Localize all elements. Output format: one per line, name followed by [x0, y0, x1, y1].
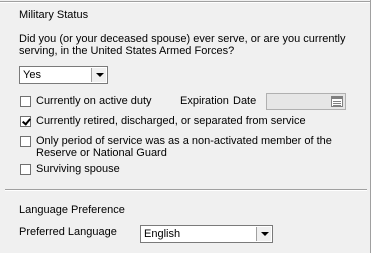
retired-checkbox[interactable]	[20, 116, 31, 127]
served-dropdown-value: Yes	[23, 69, 41, 81]
active-duty-checkbox[interactable]	[20, 96, 31, 107]
top-divider	[0, 1, 370, 3]
expiration-date-field[interactable]	[266, 93, 346, 110]
reserve-label-line2: Reserve or National Guard	[36, 147, 167, 159]
served-dropdown[interactable]: Yes	[19, 66, 108, 84]
chevron-down-icon[interactable]	[91, 68, 106, 82]
active-duty-label: Currently on active duty	[36, 95, 152, 107]
reserve-checkbox[interactable]	[20, 136, 31, 147]
military-status-title: Military Status	[19, 9, 89, 21]
surviving-spouse-checkbox[interactable]	[20, 164, 31, 175]
reserve-label-line1: Only period of service was as a non-acti…	[36, 135, 332, 147]
language-preference-title: Language Preference	[19, 204, 125, 216]
retired-label: Currently retired, discharged, or separa…	[36, 115, 306, 127]
preferred-language-dropdown[interactable]: English	[140, 225, 273, 243]
served-question-line1: Did you (or your deceased spouse) ever s…	[19, 33, 346, 45]
served-question-line2: serving, in the United States Armed Forc…	[19, 45, 235, 57]
preferred-language-label: Preferred Language	[19, 226, 117, 238]
military-status-panel: Military Status Did you (or your decease…	[0, 0, 371, 253]
chevron-down-icon[interactable]	[256, 227, 271, 241]
expiration-label: Expiration	[180, 95, 229, 107]
surviving-spouse-label: Surviving spouse	[36, 163, 120, 175]
preferred-language-value: English	[144, 228, 181, 240]
section-divider	[5, 189, 367, 191]
date-label: Date	[233, 95, 257, 107]
calendar-icon[interactable]	[331, 96, 343, 107]
